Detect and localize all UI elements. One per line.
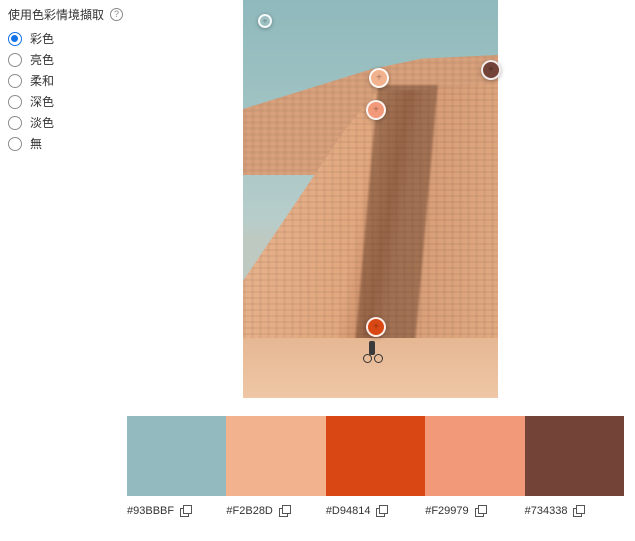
radio-icon [8,137,22,151]
palette-swatch[interactable] [326,416,425,496]
copy-icon[interactable] [279,505,291,517]
radio-icon [8,116,22,130]
copy-icon[interactable] [180,505,192,517]
palette-hex-value: #D94814 [326,505,371,517]
radio-icon [8,95,22,109]
palette-hex-value: #734338 [525,505,568,517]
palette-label-cell: #D94814 [326,505,425,517]
color-mood-option[interactable]: 無 [8,136,123,151]
radio-icon [8,74,22,88]
color-mood-option[interactable]: 淡色 [8,115,123,130]
color-mood-option[interactable]: 彩色 [8,31,123,46]
source-image [243,0,498,398]
palette-swatches [127,416,624,496]
color-picker-handle[interactable] [366,100,386,120]
color-picker-handle[interactable] [258,14,272,28]
copy-icon[interactable] [573,505,585,517]
palette-label-cell: #F2B28D [226,505,325,517]
radio-label: 彩色 [30,30,54,47]
palette-label-cell: #F29979 [425,505,524,517]
color-mood-panel: 使用色彩情境擷取 ? 彩色亮色柔和深色淡色無 [8,6,123,151]
copy-icon[interactable] [475,505,487,517]
image-cyclist [363,338,383,363]
radio-icon [8,53,22,67]
palette-hex-value: #93BBBF [127,505,174,517]
palette-swatch[interactable] [226,416,325,496]
palette-swatch[interactable] [127,416,226,496]
color-mood-option[interactable]: 亮色 [8,52,123,67]
palette-hex-value: #F2B28D [226,505,272,517]
color-mood-option[interactable]: 柔和 [8,73,123,88]
radio-label: 柔和 [30,72,54,89]
color-mood-options: 彩色亮色柔和深色淡色無 [8,31,123,151]
radio-icon [8,32,22,46]
palette-label-cell: #734338 [525,505,624,517]
palette-label-cell: #93BBBF [127,505,226,517]
panel-title: 使用色彩情境擷取 [8,6,104,23]
radio-label: 淡色 [30,114,54,131]
color-picker-handle[interactable] [481,60,501,80]
palette-labels: #93BBBF #F2B28D #D94814 #F29979 #734338 [127,505,624,517]
copy-icon[interactable] [376,505,388,517]
color-picker-handle[interactable] [369,68,389,88]
radio-label: 亮色 [30,51,54,68]
radio-label: 無 [30,135,42,152]
palette-hex-value: #F29979 [425,505,468,517]
radio-label: 深色 [30,93,54,110]
color-mood-option[interactable]: 深色 [8,94,123,109]
palette-swatch[interactable] [525,416,624,496]
palette-swatch[interactable] [425,416,524,496]
color-picker-handle[interactable] [366,317,386,337]
panel-title-row: 使用色彩情境擷取 ? [8,6,123,23]
help-icon[interactable]: ? [110,8,123,21]
